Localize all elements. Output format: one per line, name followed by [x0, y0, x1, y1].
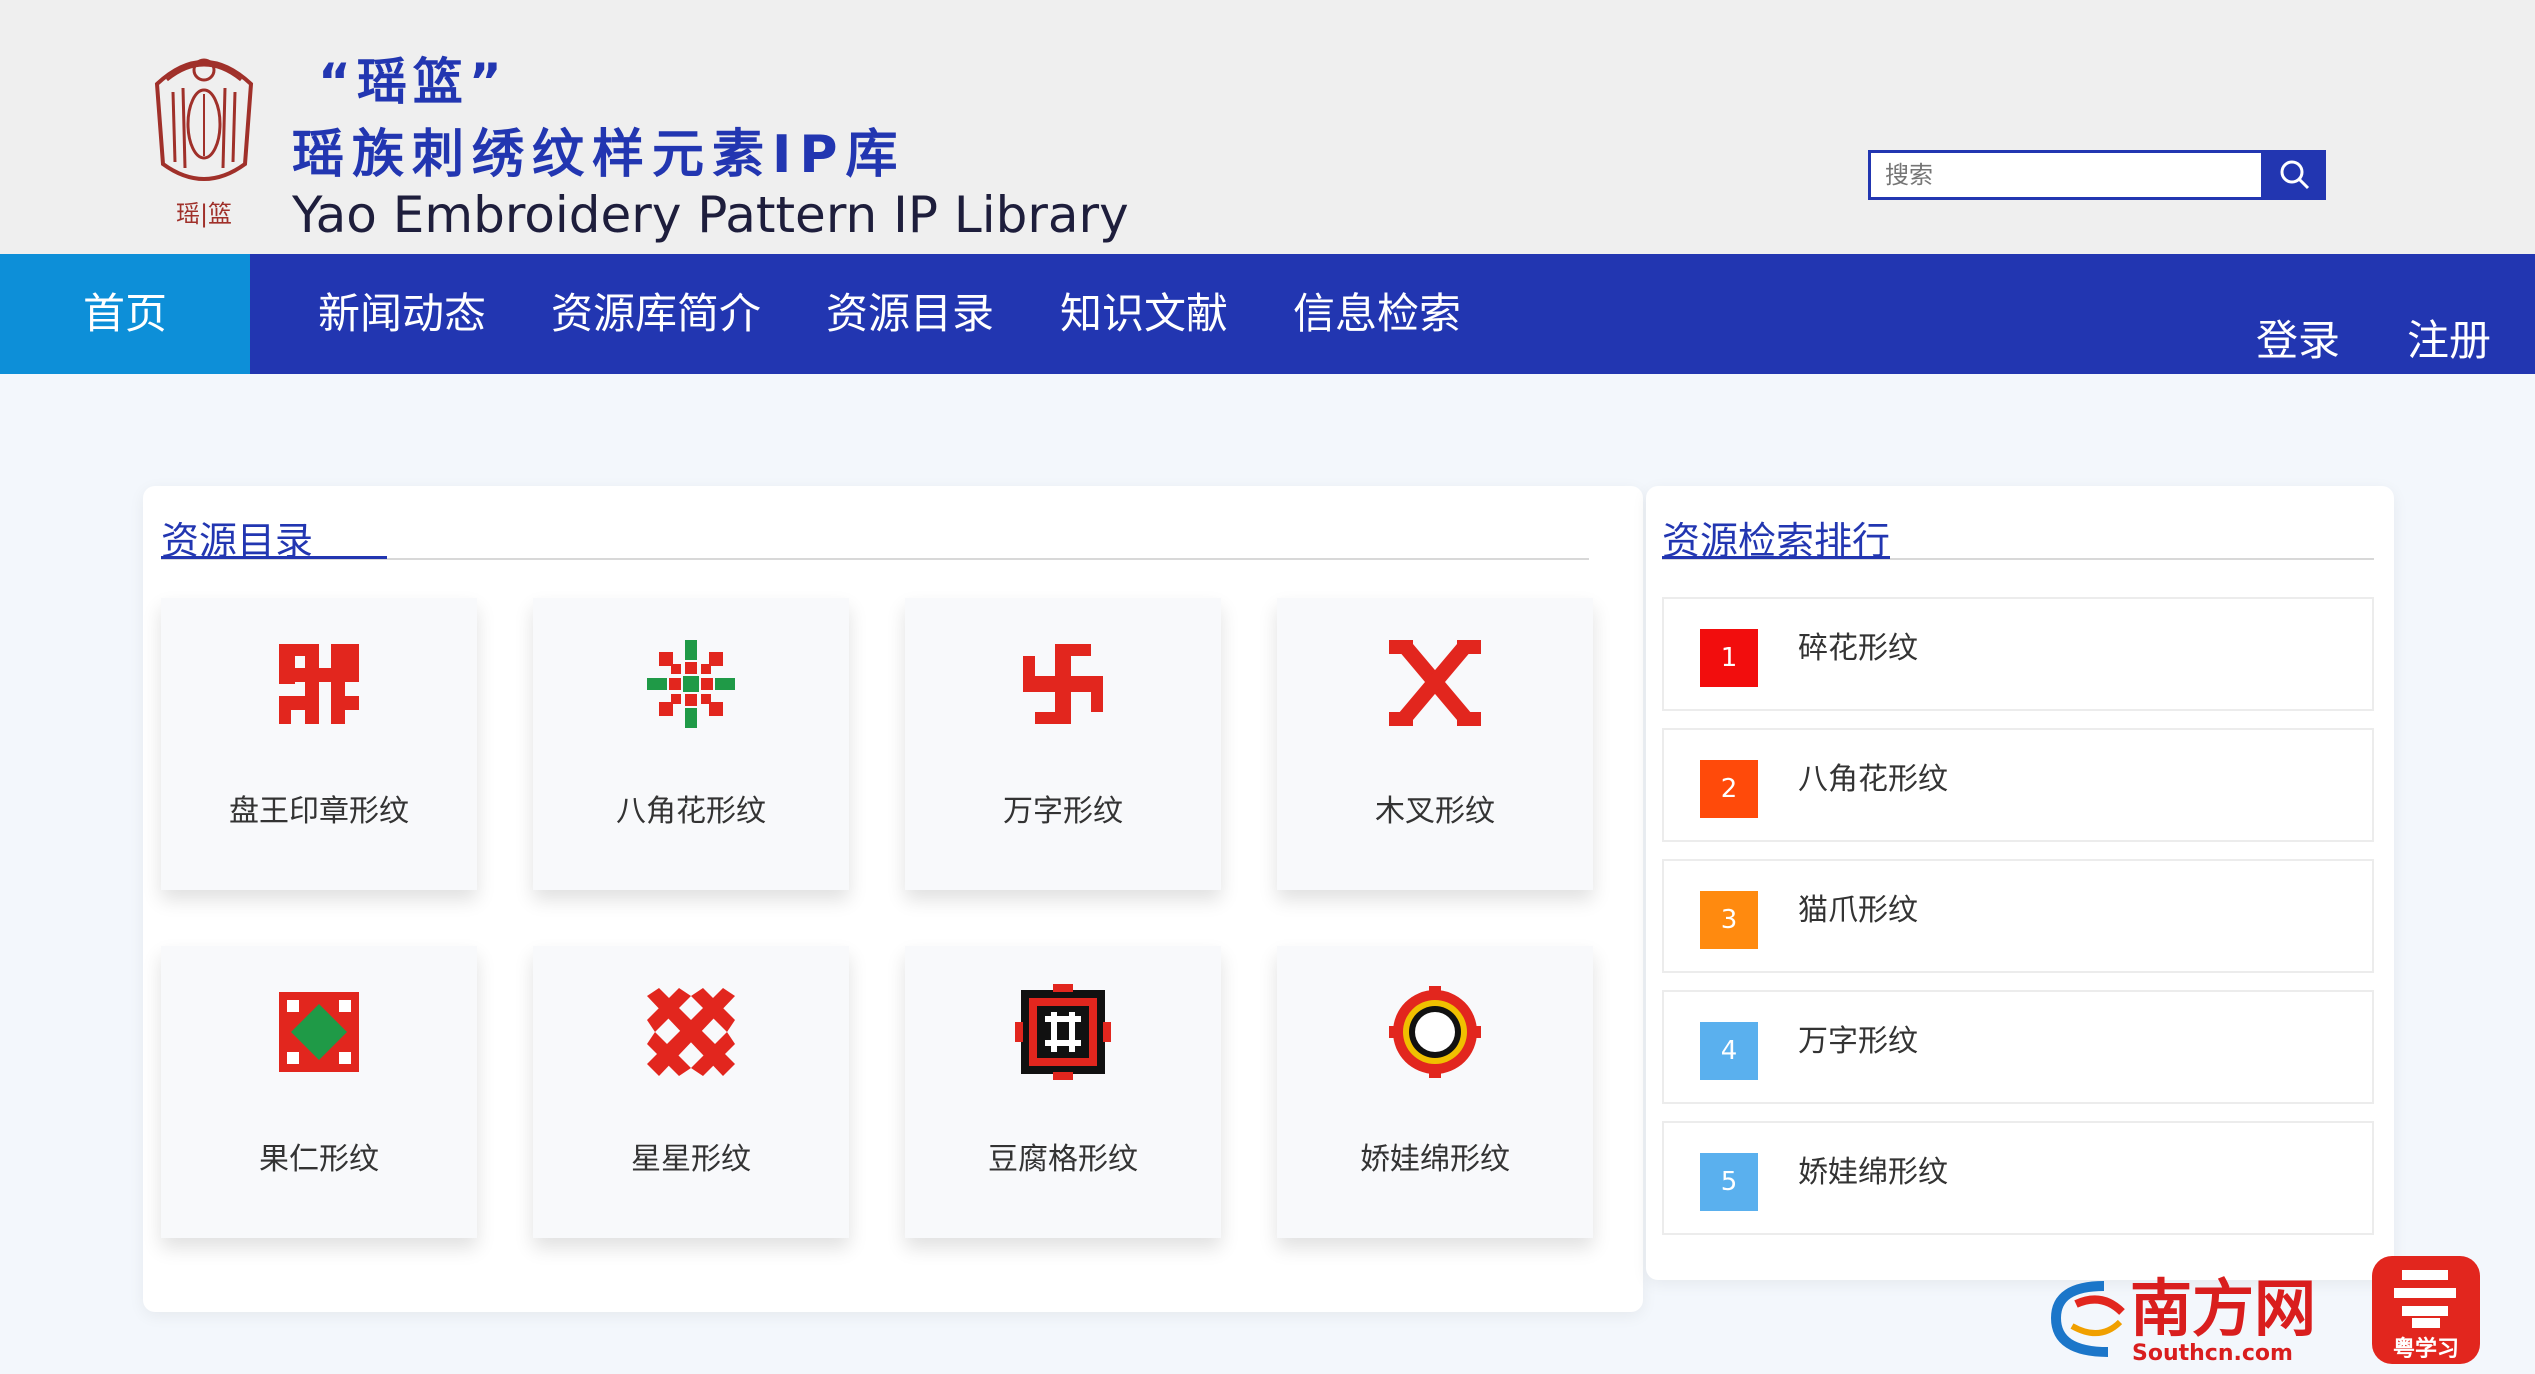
catalog-card-octagon-flower[interactable]: 八角花形纹 — [533, 598, 849, 890]
rank-badge: 5 — [1700, 1153, 1758, 1211]
rank-badge: 2 — [1700, 760, 1758, 818]
ranking-item[interactable]: 2 八角花形纹 — [1662, 728, 2374, 842]
site-title-quote: “瑶篮” — [318, 53, 508, 111]
southcn-watermark: 南方网 Southcn.com — [2046, 1256, 2316, 1366]
wooden-fork-pattern-icon — [1389, 640, 1481, 726]
ranking-item[interactable]: 1 碎花形纹 — [1662, 597, 2374, 711]
tofu-grid-pattern-icon — [1015, 984, 1111, 1080]
jiaowa-pattern-icon — [1389, 986, 1481, 1078]
southcn-logo-icon: 南方网 Southcn.com — [2050, 1272, 2316, 1366]
rank-badge: 3 — [1700, 891, 1758, 949]
nav-home[interactable]: 首页 — [0, 254, 250, 374]
swastika-pattern-icon — [1023, 644, 1103, 724]
catalog-card-label: 万字形纹 — [1003, 794, 1123, 829]
catalog-card-wooden-fork[interactable]: 木叉形纹 — [1277, 598, 1593, 890]
nav-news[interactable]: 新闻动态 — [318, 254, 486, 374]
ranking-item-label: 猫爪形纹 — [1798, 893, 1918, 928]
rank-badge: 4 — [1700, 1022, 1758, 1080]
search-input[interactable] — [1868, 150, 2264, 200]
catalog-card-label: 果仁形纹 — [259, 1142, 379, 1177]
nav-search[interactable]: 信息检索 — [1293, 254, 1461, 374]
yuexuexi-app-badge: 粤学习 — [2372, 1256, 2480, 1364]
svg-text:Southcn.com: Southcn.com — [2132, 1341, 2293, 1366]
star-pattern-icon — [647, 988, 735, 1076]
catalog-card-label: 盘王印章形纹 — [229, 794, 409, 829]
nav-literature[interactable]: 知识文献 — [1060, 254, 1228, 374]
search-icon — [2280, 160, 2310, 190]
login-link[interactable]: 登录 — [2256, 254, 2340, 374]
search-button[interactable] — [2264, 150, 2326, 200]
catalog-card-tofu-grid[interactable]: 豆腐格形纹 — [905, 946, 1221, 1238]
octagon-flower-pattern-icon — [647, 640, 735, 728]
ranking-item-label: 娇娃绵形纹 — [1798, 1155, 1948, 1190]
svg-text:南方网: 南方网 — [2130, 1272, 2316, 1345]
catalog-card-swastika[interactable]: 万字形纹 — [905, 598, 1221, 890]
nav-about[interactable]: 资源库简介 — [551, 254, 761, 374]
yuexuexi-logo-icon: 粤学习 — [2372, 1256, 2480, 1364]
ranking-item[interactable]: 5 娇娃绵形纹 — [1662, 1121, 2374, 1235]
ranking-item-label: 八角花形纹 — [1798, 762, 1948, 797]
site-title-english: Yao Embroidery Pattern IP Library — [292, 186, 1129, 244]
ranking-item[interactable]: 3 猫爪形纹 — [1662, 859, 2374, 973]
catalog-card-kernel[interactable]: 果仁形纹 — [161, 946, 477, 1238]
yao-basket-logo-icon: 瑶|篮 — [154, 58, 254, 228]
register-link[interactable]: 注册 — [2407, 254, 2491, 374]
catalog-card-star[interactable]: 星星形纹 — [533, 946, 849, 1238]
catalog-card-label: 八角花形纹 — [616, 794, 766, 829]
catalog-card-label: 木叉形纹 — [1375, 794, 1495, 829]
nav-catalog[interactable]: 资源目录 — [826, 254, 994, 374]
catalog-title-underline — [161, 556, 387, 559]
ranking-title-underline — [1662, 556, 1890, 559]
catalog-card-label: 星星形纹 — [631, 1142, 751, 1177]
site-title-chinese: 瑶族刺绣纹样元素IP库 — [292, 125, 906, 185]
catalog-card-jiaowa[interactable]: 娇娃绵形纹 — [1277, 946, 1593, 1238]
svg-text:粤学习: 粤学习 — [2393, 1336, 2459, 1362]
catalog-card-label: 娇娃绵形纹 — [1360, 1142, 1510, 1177]
catalog-card-label: 豆腐格形纹 — [988, 1142, 1138, 1177]
svg-text:瑶|篮: 瑶|篮 — [176, 200, 232, 228]
site-header: 瑶|篮 “瑶篮” 瑶族刺绣纹样元素IP库 Yao Embroidery Patt… — [0, 0, 2535, 254]
catalog-card-panwang[interactable]: 盘王印章形纹 — [161, 598, 477, 890]
ranking-item-label: 碎花形纹 — [1798, 631, 1918, 666]
kernel-pattern-icon — [279, 992, 359, 1072]
main-nav: 首页 新闻动态 资源库简介 资源目录 知识文献 信息检索 登录 注册 — [0, 254, 2535, 374]
site-logo[interactable]: 瑶|篮 — [145, 44, 263, 234]
panwang-seal-pattern-icon — [279, 644, 359, 724]
catalog-panel: 资源目录 盘王印章形纹 八角花形纹 万字形纹 木叉形纹 果仁形纹 星星形纹 豆腐… — [143, 486, 1643, 1312]
ranking-item[interactable]: 4 万字形纹 — [1662, 990, 2374, 1104]
ranking-panel: 资源检索排行 1 碎花形纹 2 八角花形纹 3 猫爪形纹 4 万字形纹 5 娇娃… — [1646, 486, 2394, 1280]
ranking-item-label: 万字形纹 — [1798, 1024, 1918, 1059]
rank-badge: 1 — [1700, 629, 1758, 687]
